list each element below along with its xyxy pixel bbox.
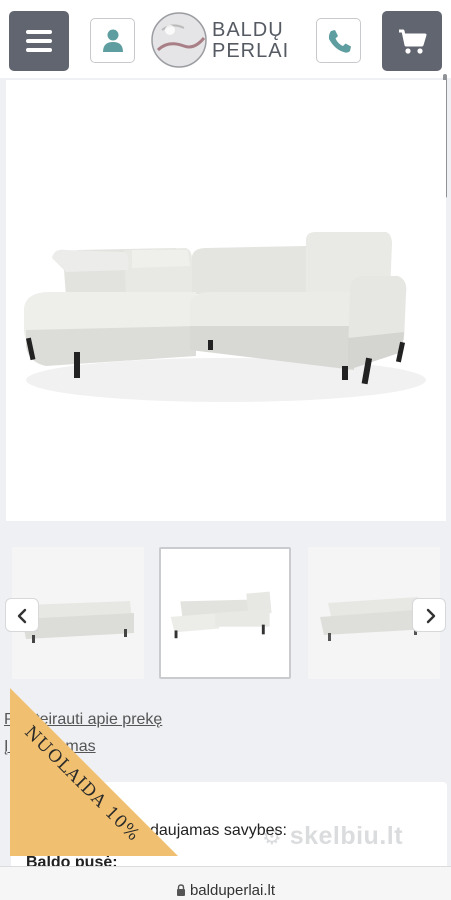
chevron-left-icon <box>17 608 27 624</box>
logo-text: BALDŲ PERLAI <box>212 20 289 62</box>
watermark-label: skelbiu.lt <box>289 822 404 850</box>
sofa-image <box>24 232 426 402</box>
lock-icon <box>176 884 185 896</box>
url-display: balduperlai.lt <box>0 882 451 899</box>
cart-button[interactable] <box>382 11 442 71</box>
menu-button[interactable] <box>9 11 69 71</box>
menu-icon-bar <box>26 39 52 43</box>
thumbnail-2-active[interactable] <box>159 547 291 679</box>
cart-icon <box>399 29 427 54</box>
logo-line2: PERLAI <box>212 40 290 62</box>
user-icon <box>103 29 123 52</box>
product-main-image[interactable] <box>6 80 446 521</box>
logo-line1: BALDŲ <box>212 19 284 41</box>
logo-pearl-icon <box>151 12 207 68</box>
menu-icon <box>26 30 52 34</box>
site-header: BALDŲ PERLAI <box>0 0 451 78</box>
phone-icon <box>328 30 351 53</box>
sofa-thumbnail-image <box>170 591 272 639</box>
chevron-right-icon <box>426 608 436 624</box>
url-text: balduperlai.lt <box>189 882 276 899</box>
phone-button[interactable] <box>316 18 361 63</box>
carousel-next-button[interactable] <box>412 598 446 632</box>
carousel-prev-button[interactable] <box>5 598 39 632</box>
account-button[interactable] <box>90 18 135 63</box>
menu-icon-bar <box>26 48 52 52</box>
discount-badge: NUOLAIDA 10% <box>10 688 178 856</box>
site-logo[interactable]: BALDŲ PERLAI <box>150 10 310 70</box>
browser-url-bar[interactable]: balduperlai.lt <box>0 866 451 900</box>
discount-triangle-shape <box>10 688 178 856</box>
